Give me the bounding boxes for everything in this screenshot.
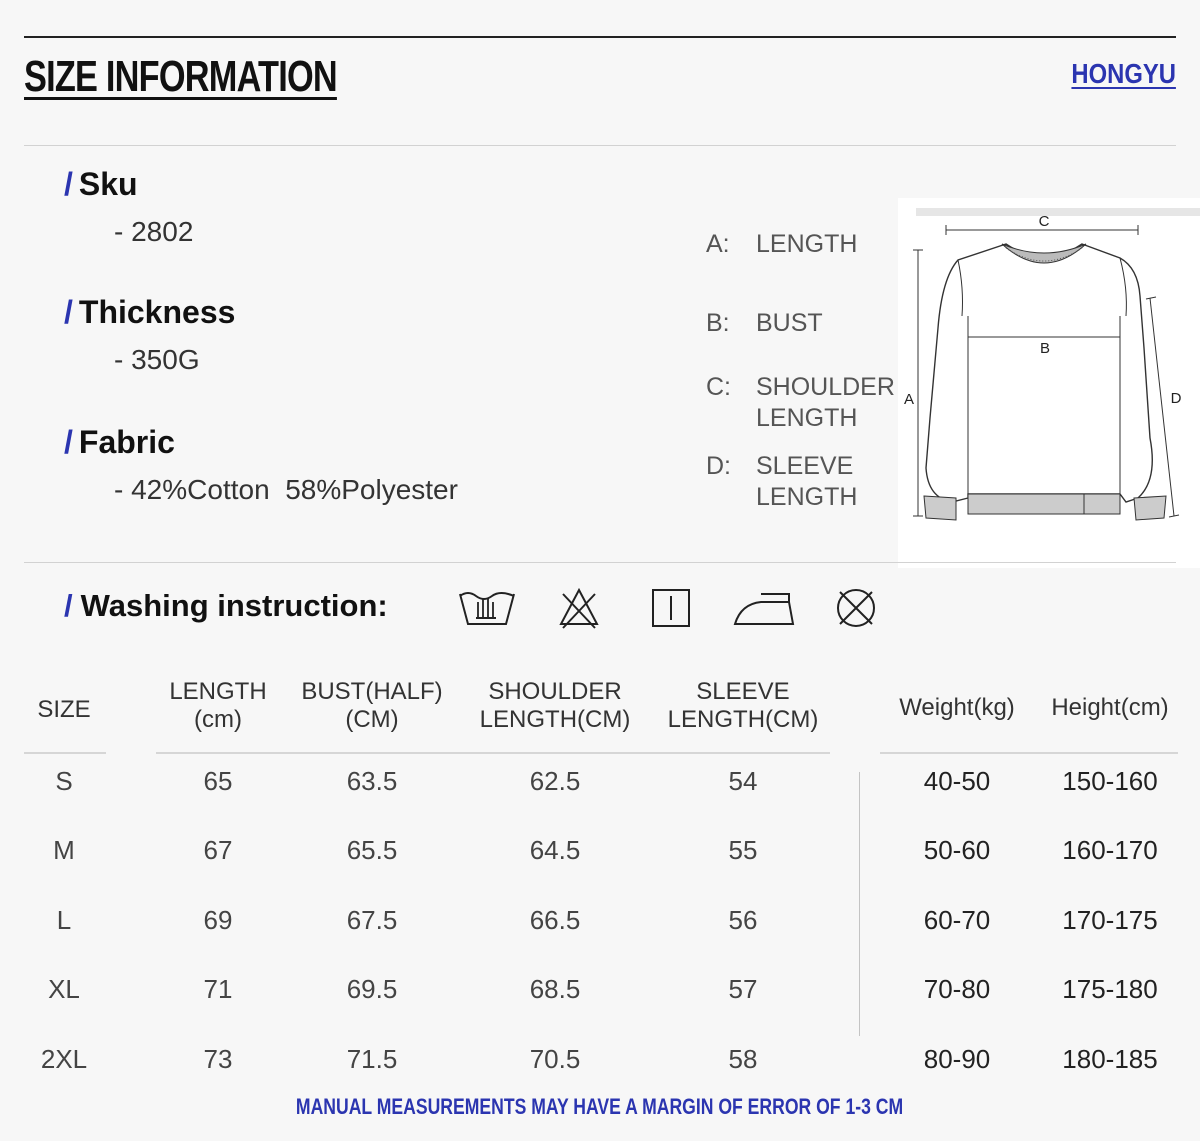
cell-weight: 70-80 <box>923 974 991 1004</box>
cell-weight: 80-90 <box>923 1044 991 1074</box>
header-divider <box>24 145 1176 146</box>
measure-key-a: A: <box>706 230 730 258</box>
cell-size: XL <box>48 974 80 1004</box>
cell-shoulder: 66.5 <box>529 905 581 935</box>
cell-sleeve: 58 <box>728 1044 758 1074</box>
cell-height: 150-160 <box>1062 766 1158 796</box>
sweatshirt-diagram: C A D B <box>898 198 1200 568</box>
spec-value-sku: - 2802 <box>114 216 194 247</box>
measure-label-length: LENGTH <box>756 230 858 258</box>
cell-length: 69 <box>203 905 233 935</box>
cell-length: 73 <box>203 1044 233 1074</box>
measure-key-c: C: <box>706 373 731 401</box>
header-shoulder: SHOULDER LENGTH(CM) <box>479 678 631 733</box>
specs-divider <box>24 562 1176 563</box>
washing-heading: / Washing instruction: <box>64 588 388 623</box>
column-divider <box>859 772 860 1036</box>
cell-length: 65 <box>203 766 233 796</box>
header-size: SIZE <box>37 696 91 723</box>
no-bleach-icon <box>559 587 599 629</box>
brand-link[interactable]: HONGYU <box>1072 58 1176 90</box>
diagram-label-b: B <box>1040 340 1050 357</box>
cell-height: 160-170 <box>1062 835 1158 865</box>
sweatshirt-outline-icon: C A D B <box>904 208 1200 521</box>
cell-shoulder: 64.5 <box>529 835 581 865</box>
cell-size: S <box>55 766 73 796</box>
page-title: SIZE INFORMATION <box>24 52 338 101</box>
measure-key-b: B: <box>706 309 730 337</box>
header-rule-measurements <box>156 752 830 754</box>
cell-sleeve: 55 <box>728 835 758 865</box>
spec-value-fabric: - 42%Cotton 58%Polyester <box>114 474 458 505</box>
cell-sleeve: 54 <box>728 766 758 796</box>
diagram-label-c: C <box>1039 213 1050 230</box>
spec-heading-fabric: / Fabric <box>64 424 175 460</box>
spec-heading-sku: / Sku <box>64 166 138 202</box>
cell-bust: 63.5 <box>346 766 398 796</box>
measurement-disclaimer: MANUAL MEASUREMENTS MAY HAVE A MARGIN OF… <box>296 1094 904 1119</box>
no-dry-clean-icon <box>837 589 875 627</box>
measure-label-sleeve: SLEEVE LENGTH <box>756 452 858 511</box>
cell-weight: 40-50 <box>923 766 991 796</box>
cell-weight: 60-70 <box>923 905 991 935</box>
cell-shoulder: 70.5 <box>529 1044 581 1074</box>
header-length: LENGTH (cm) <box>169 678 267 733</box>
cell-shoulder: 62.5 <box>529 766 581 796</box>
diagram-label-a: A <box>904 391 914 408</box>
cell-size: M <box>53 835 75 865</box>
cell-weight: 50-60 <box>923 835 991 865</box>
cell-height: 180-185 <box>1062 1044 1158 1074</box>
top-rule <box>24 36 1176 38</box>
cell-sleeve: 57 <box>728 974 758 1004</box>
cell-bust: 65.5 <box>346 835 398 865</box>
header-weight: Weight(kg) <box>899 694 1015 721</box>
measure-label-bust: BUST <box>756 309 823 337</box>
cell-height: 175-180 <box>1062 974 1158 1004</box>
header-bust: BUST(HALF) (CM) <box>301 678 443 733</box>
cell-shoulder: 68.5 <box>529 974 581 1004</box>
cell-size: L <box>56 905 72 935</box>
spec-heading-thickness: / Thickness <box>64 294 236 330</box>
spec-value-thickness: - 350G <box>114 344 200 375</box>
hand-wash-icon <box>459 592 515 625</box>
line-dry-icon <box>652 589 690 627</box>
header-height: Height(cm) <box>1051 694 1169 721</box>
cell-sleeve: 56 <box>728 905 758 935</box>
cell-length: 67 <box>203 835 233 865</box>
iron-icon <box>733 593 795 625</box>
header-rule-fit <box>880 752 1178 754</box>
measure-label-shoulder: SHOULDER LENGTH <box>756 373 895 432</box>
measure-key-d: D: <box>706 452 731 480</box>
header-rule-size <box>24 752 106 754</box>
diagram-label-d: D <box>1171 390 1182 407</box>
cell-height: 170-175 <box>1062 905 1158 935</box>
cell-length: 71 <box>203 974 233 1004</box>
header-sleeve: SLEEVE LENGTH(CM) <box>667 678 819 733</box>
cell-bust: 67.5 <box>346 905 398 935</box>
cell-size: 2XL <box>40 1044 88 1074</box>
cell-bust: 69.5 <box>346 974 398 1004</box>
cell-bust: 71.5 <box>346 1044 398 1074</box>
